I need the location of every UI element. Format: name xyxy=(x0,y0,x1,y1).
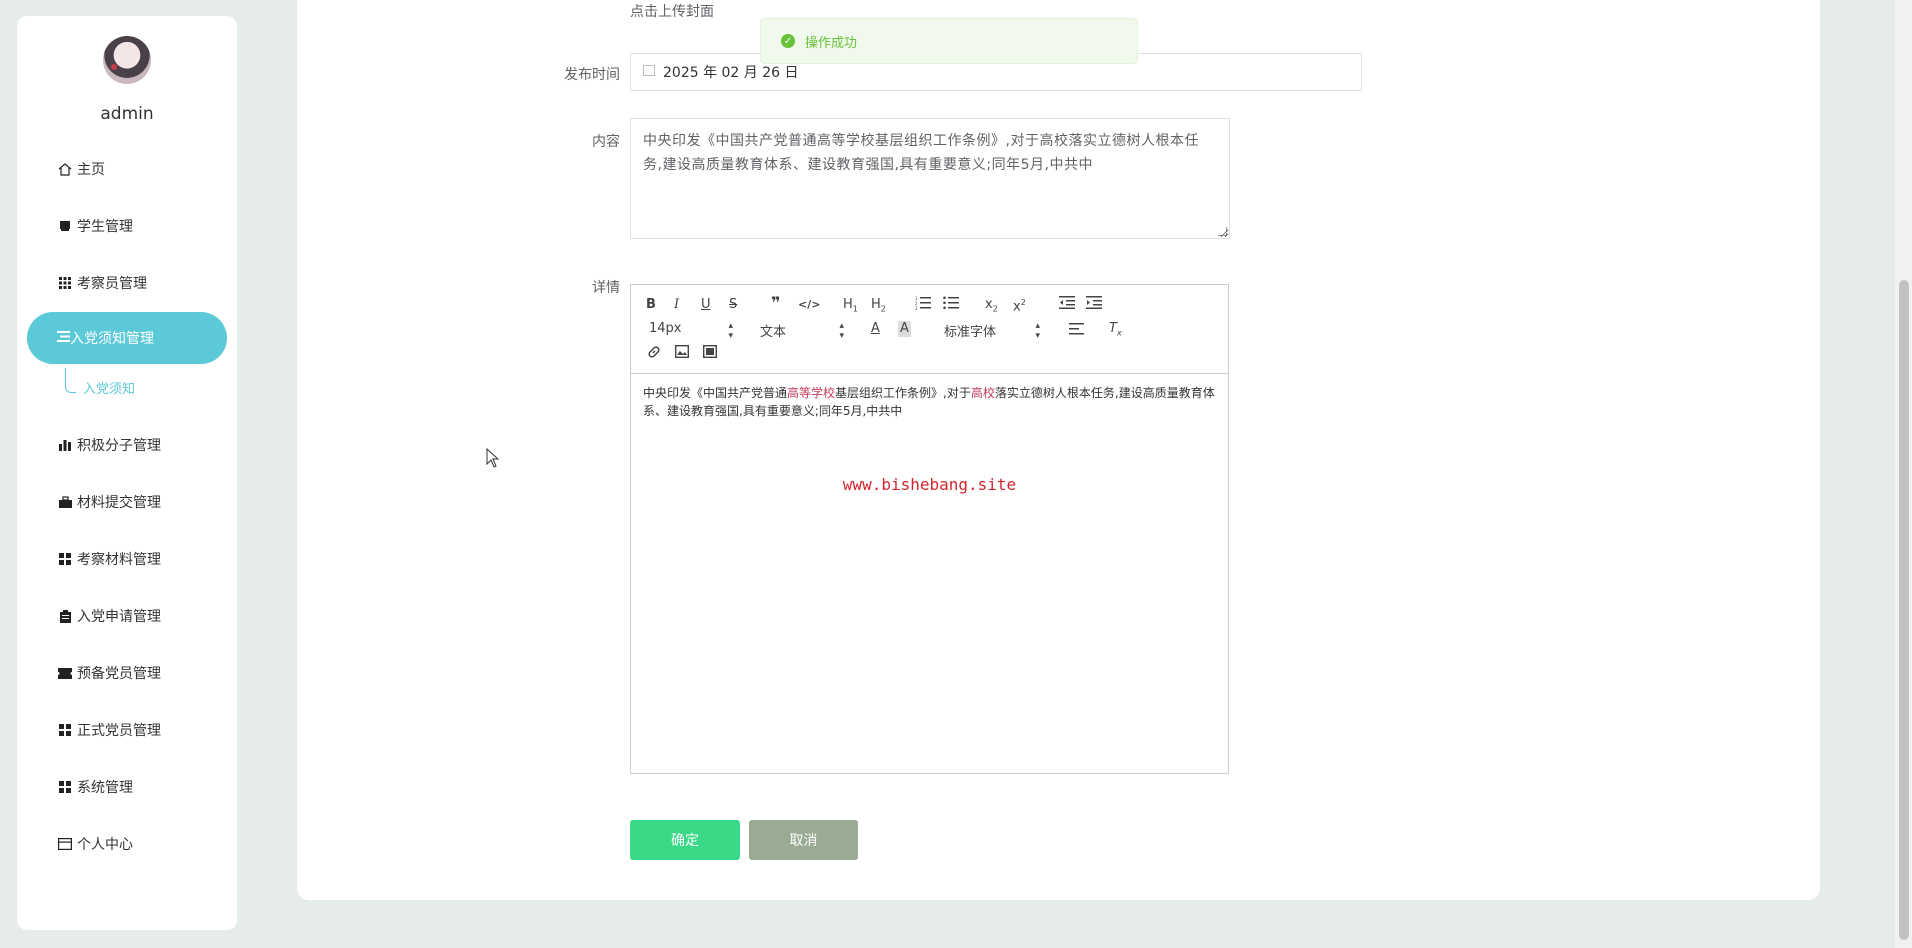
clear-format-icon[interactable]: Tx xyxy=(1109,321,1122,342)
publish-date-value: 2025 年 02 月 26 日 xyxy=(663,65,799,81)
mouse-cursor-icon xyxy=(486,448,500,468)
sidebar-item-label: 入党申请管理 xyxy=(77,609,161,625)
align-icon[interactable] xyxy=(1069,323,1084,340)
grid-icon xyxy=(57,276,73,290)
resize-handle[interactable] xyxy=(1218,227,1227,236)
apps-icon xyxy=(57,723,73,737)
sidebar-item-label: 考察员管理 xyxy=(77,276,147,292)
sidebar-item-label: 积极分子管理 xyxy=(77,438,161,454)
code-block-icon[interactable]: </> xyxy=(798,297,820,313)
cancel-button[interactable]: 取消 xyxy=(749,820,858,860)
italic-icon[interactable]: I xyxy=(674,297,679,313)
sidebar-item-label: 系统管理 xyxy=(77,780,133,796)
check-circle-icon: ✓ xyxy=(781,34,795,48)
sidebar-item-label: 正式党员管理 xyxy=(77,723,161,739)
sidebar-subitem-notice[interactable]: 入党须知 xyxy=(83,378,135,397)
blockquote-icon[interactable]: ❞ xyxy=(771,295,780,311)
sidebar-item-label: 考察材料管理 xyxy=(77,552,161,568)
indent-icon[interactable] xyxy=(1086,296,1102,314)
content-label: 内容 xyxy=(592,134,620,150)
main-panel: 点击上传封面 发布时间 2025 年 02 月 26 日 内容 中央印发《中国共… xyxy=(297,0,1820,900)
block-type-select[interactable]: 文本 ▴ ▾ xyxy=(760,321,844,341)
sidebar: admin 主页 学生管理 考察员管理 入党须知管理 入党须知 积极分子管理 材… xyxy=(17,16,237,930)
sidebar-item-home[interactable]: 主页 xyxy=(57,154,105,184)
sidebar-item-students[interactable]: 学生管理 xyxy=(57,211,133,241)
submenu-connector xyxy=(65,368,76,393)
font-size-select[interactable]: 14px ▴ ▾ xyxy=(649,321,733,341)
content-textarea[interactable]: 中央印发《中国共产党普通高等学校基层组织工作条例》,对于高校落实立德树人根本任务… xyxy=(630,118,1230,239)
sidebar-item-label: 入党须知管理 xyxy=(70,331,154,347)
image-icon[interactable] xyxy=(674,344,690,363)
sidebar-item-inspection-materials[interactable]: 考察材料管理 xyxy=(57,544,161,574)
font-color-icon[interactable]: A xyxy=(871,321,880,337)
home-icon xyxy=(57,162,73,176)
ordered-list-icon[interactable]: 123 xyxy=(915,296,931,315)
font-size-value: 14px xyxy=(649,321,682,336)
editor-text: 中央印发《中国共产党普通 xyxy=(643,386,788,400)
apps-icon xyxy=(57,780,73,794)
superscript-icon[interactable]: x2 xyxy=(1013,295,1026,315)
confirm-button[interactable]: 确定 xyxy=(630,820,740,860)
outdent-icon[interactable] xyxy=(1059,296,1075,314)
select-arrows-icon: ▴ ▾ xyxy=(839,321,844,341)
list-icon xyxy=(57,330,70,346)
underline-icon[interactable]: U xyxy=(701,297,711,313)
font-family-value: 标准字体 xyxy=(944,325,997,340)
sidebar-item-label: 个人中心 xyxy=(77,837,133,853)
sidebar-item-system[interactable]: 系统管理 xyxy=(57,772,133,802)
rich-text-editor: B I U S ❞ </> H1 H2 123 x2 x2 14px ▴ ▾ 文… xyxy=(630,284,1229,774)
sidebar-item-full-members[interactable]: 正式党员管理 xyxy=(57,715,161,745)
block-type-value: 文本 xyxy=(760,325,787,340)
heading2-icon[interactable]: H2 xyxy=(871,297,886,318)
editor-highlight-text: 高校 xyxy=(970,386,995,400)
editor-highlight-text: 高等学校 xyxy=(787,386,836,400)
sidebar-item-label: 学生管理 xyxy=(77,219,133,235)
font-family-select[interactable]: 标准字体 ▴ ▾ xyxy=(944,321,1040,341)
subscript-icon[interactable]: x2 xyxy=(985,297,998,318)
bar-chart-icon xyxy=(57,438,73,452)
sidebar-item-applications[interactable]: 入党申请管理 xyxy=(57,601,161,631)
link-icon[interactable] xyxy=(647,345,661,364)
username: admin xyxy=(100,104,154,124)
sidebar-item-label: 材料提交管理 xyxy=(77,495,161,511)
editor-toolbar: B I U S ❞ </> H1 H2 123 x2 x2 14px ▴ ▾ 文… xyxy=(631,285,1228,374)
editor-text: 基层组织工作条例》,对于 xyxy=(835,386,971,400)
sidebar-item-notice-management[interactable]: 入党须知管理 xyxy=(57,312,154,364)
apps-icon xyxy=(57,552,73,566)
editor-content[interactable]: 中央印发《中国共产党普通高等学校基层组织工作条例》,对于高校落实立德树人根本任务… xyxy=(631,374,1228,430)
upload-cover-hint[interactable]: 点击上传封面 xyxy=(630,1,714,21)
heading1-icon[interactable]: H1 xyxy=(843,297,858,318)
select-arrows-icon: ▴ ▾ xyxy=(728,321,733,341)
video-icon[interactable] xyxy=(702,344,718,363)
detail-label: 详情 xyxy=(592,280,620,296)
scrollbar-thumb[interactable] xyxy=(1899,280,1909,940)
avatar[interactable] xyxy=(103,36,151,84)
select-arrows-icon: ▴ ▾ xyxy=(1035,321,1040,341)
watermark-text: www.bishebang.site xyxy=(842,475,1017,494)
sidebar-item-probationary[interactable]: 预备党员管理 xyxy=(57,658,161,688)
content-value: 中央印发《中国共产党普通高等学校基层组织工作条例》,对于高校落实立德树人根本任务… xyxy=(643,133,1199,173)
strikethrough-icon[interactable]: S xyxy=(729,297,737,313)
ticket-icon xyxy=(57,666,73,680)
card-icon xyxy=(57,837,73,851)
calendar-icon xyxy=(643,64,655,76)
sidebar-item-inspectors[interactable]: 考察员管理 xyxy=(57,268,147,298)
svg-text:3: 3 xyxy=(915,306,918,310)
toast-message: 操作成功 xyxy=(805,35,858,51)
sidebar-item-activists[interactable]: 积极分子管理 xyxy=(57,430,161,460)
book-icon xyxy=(57,219,73,233)
bullet-list-icon[interactable] xyxy=(943,296,959,315)
briefcase-icon xyxy=(57,495,73,509)
sidebar-item-label: 主页 xyxy=(77,162,105,178)
page-scrollbar[interactable] xyxy=(1895,0,1912,948)
clipboard-icon xyxy=(57,609,73,623)
sidebar-item-profile[interactable]: 个人中心 xyxy=(57,829,133,859)
background-color-icon[interactable]: A xyxy=(898,321,911,337)
bold-icon[interactable]: B xyxy=(646,297,656,313)
publish-date-label: 发布时间 xyxy=(564,67,620,83)
sidebar-item-label: 预备党员管理 xyxy=(77,666,161,682)
sidebar-item-materials[interactable]: 材料提交管理 xyxy=(57,487,161,517)
success-toast: ✓ 操作成功 xyxy=(760,18,1138,64)
